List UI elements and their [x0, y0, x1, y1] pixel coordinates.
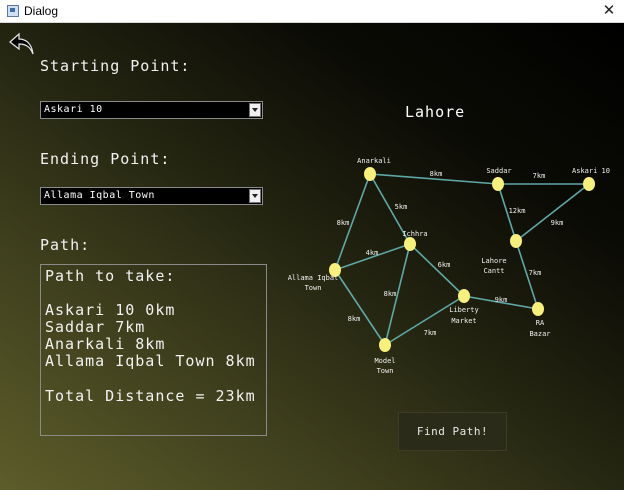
node-askari10: [583, 177, 595, 191]
app-icon: [7, 5, 19, 17]
node-model_town: [379, 338, 391, 352]
map-title: Lahore: [405, 103, 466, 121]
node-anarkali: [364, 167, 376, 181]
starting-point-combobox[interactable]: Askari 10: [40, 101, 263, 119]
close-button[interactable]: ✕: [594, 0, 624, 22]
path-line: Saddar 7km: [45, 318, 146, 336]
path-line: Allama Iqbal Town 8km: [45, 352, 256, 370]
edge-distance-label: 8km: [348, 315, 361, 323]
node-ichhra: [404, 237, 416, 251]
edge-askari10-lahore_cantt: [515, 183, 590, 242]
node-label-model_town: Town: [377, 367, 394, 375]
edge-distance-label: 12km: [509, 207, 526, 215]
node-liberty: [458, 289, 470, 303]
ending-point-value: Allama Iqbal Town: [44, 190, 155, 201]
path-line: Path to take:: [45, 267, 176, 285]
edge-distance-label: 6km: [438, 261, 451, 269]
ending-point-label: Ending Point:: [40, 150, 171, 168]
node-lahore_cantt: [510, 234, 522, 248]
starting-point-label: Starting Point:: [40, 57, 191, 75]
edge-allama_iqbal-model_town: [334, 269, 386, 346]
find-path-button[interactable]: Find Path!: [398, 412, 507, 451]
edge-ichhra-allama_iqbal: [334, 243, 411, 271]
edge-distance-label: 4km: [366, 249, 379, 257]
starting-point-value: Askari 10: [44, 104, 103, 115]
total-distance-line: Total Distance = 23km: [45, 387, 256, 405]
edge-distance-label: 9km: [551, 219, 564, 227]
node-label-ra_bazar: Bazar: [529, 330, 550, 338]
node-label-allama_iqbal: Town: [305, 284, 322, 292]
node-label-ra_bazar: RA: [536, 319, 545, 327]
node-label-saddar: Saddar: [486, 167, 511, 175]
dialog-content: Starting Point: Askari 10 Ending Point: …: [0, 23, 624, 490]
node-label-askari10: Askari 10: [572, 167, 610, 175]
node-label-model_town: Model: [374, 357, 395, 365]
node-label-liberty: Market: [451, 317, 476, 325]
edge-distance-label: 9km: [495, 296, 508, 304]
path-result-textbox[interactable]: Path to take: Askari 10 0km Saddar 7km A…: [40, 264, 267, 436]
edge-distance-label: 7km: [529, 269, 542, 277]
dialog-window: Dialog ✕ Starting Point: Askari 10 Endin…: [0, 0, 624, 490]
city-graph: 8km 7km 5km 8km 12km 9km 4km 6km 8km 8km 7km 9km 7km…: [288, 157, 610, 375]
edge-ichhra-liberty: [409, 243, 465, 297]
edge-distance-label: 7km: [533, 172, 546, 180]
chevron-down-icon[interactable]: [249, 189, 261, 203]
path-label: Path:: [40, 236, 91, 254]
path-line: Anarkali 8km: [45, 335, 166, 353]
back-arrow-icon[interactable]: [9, 32, 35, 56]
path-line: Askari 10 0km: [45, 301, 176, 319]
edge-distance-label: 8km: [430, 170, 443, 178]
node-label-lahore_cantt: Lahore: [481, 257, 506, 265]
edge-distance-label: 5km: [395, 203, 408, 211]
node-label-ichhra: Ichhra: [402, 230, 427, 238]
node-label-lahore_cantt: Cantt: [483, 267, 504, 275]
edge-distance-label: 8km: [337, 219, 350, 227]
node-label-liberty: Liberty: [449, 306, 479, 314]
node-saddar: [492, 177, 504, 191]
node-ra_bazar: [532, 302, 544, 316]
ending-point-combobox[interactable]: Allama Iqbal Town: [40, 187, 263, 205]
node-label-anarkali: Anarkali: [357, 157, 391, 165]
edge-distance-label: 8km: [384, 290, 397, 298]
window-title: Dialog: [24, 4, 59, 18]
edge-distance-label: 7km: [424, 329, 437, 337]
node-label-allama_iqbal: Allama Iqbal: [288, 274, 339, 282]
chevron-down-icon[interactable]: [249, 103, 261, 117]
title-bar: Dialog ✕: [0, 0, 624, 23]
